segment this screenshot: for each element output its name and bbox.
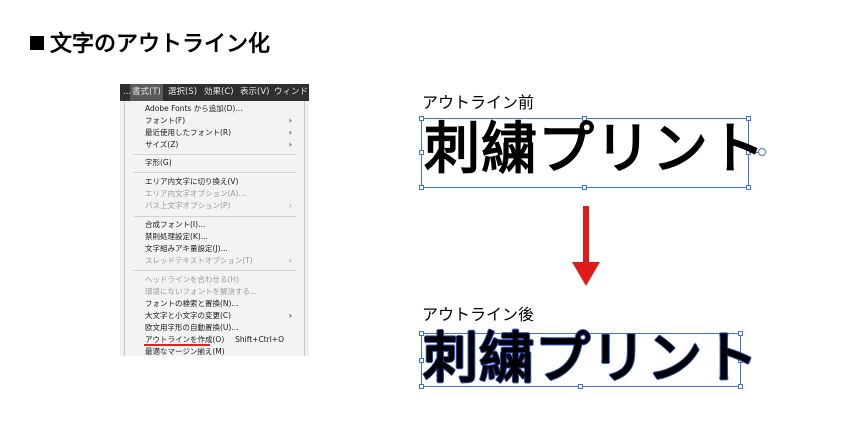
submenu-arrow-icon: › [288,128,292,137]
selection-handle[interactable] [582,185,587,190]
menu-item-area-type-options: エリア内文字オプション(A)... [145,189,246,198]
menubar-item-effect[interactable]: 効果(C) [202,84,236,101]
menu-separator [133,154,296,155]
submenu-arrow-icon: › [288,201,292,210]
menu-separator [133,216,296,217]
menu-item-font[interactable]: フォント(F) › [125,115,304,127]
menu-item-convert-area-type[interactable]: エリア内文字に切り換え(V) [125,176,304,188]
down-arrow-icon [572,262,600,286]
shortcut-label: Shift+Ctrl+O [235,335,284,344]
menu-item-fit-headline: ヘッドラインを合わせる(H) [145,275,239,284]
sample-text-before: 刺繍プリント [424,117,766,182]
menubar-item-view[interactable]: 表示(V) [238,84,271,101]
menubar: ... 書式(T) 選択(S) 効果(C) 表示(V) ウィンドウ(W [120,84,309,101]
bullet-square-icon [30,36,44,50]
submenu-arrow-icon: › [288,311,292,320]
menu-item-size[interactable]: サイズ(Z) › [125,139,304,151]
menu-item-glyphs[interactable]: 字形(G) [125,157,304,169]
menu-item-find-replace-font[interactable]: フォントの検索と置換(N)... [125,298,304,310]
submenu-arrow-icon: › [288,256,292,265]
menu-item-type-on-path-options: パス上文字オプション(P) › [145,201,292,210]
type-menu-dropdown: Adobe Fonts から追加(D)... フォント(F) › 最近使用したフォ… [124,101,305,356]
menu-item-composite-fonts[interactable]: 合成フォント(I)... [125,219,304,231]
submenu-arrow-icon: › [288,116,292,125]
before-caption: アウトライン前 [422,93,535,112]
menu-item-kinsoku-settings[interactable]: 禁則処理設定(K)... [125,231,304,243]
selection-handle[interactable] [419,185,424,190]
menu-separator [133,270,296,271]
selection-handle[interactable] [746,185,751,190]
menubar-item-window[interactable]: ウィンドウ(W [272,84,309,101]
menu-item-smart-punctuation[interactable]: 欧文用字形の自動置換(U)... [125,322,304,334]
after-caption: アウトライン後 [422,305,535,324]
slide-title-text: 文字のアウトライン化 [50,32,271,57]
menu-item-mojikumi-settings[interactable]: 文字組みアキ量設定(J)... [125,243,304,255]
submenu-arrow-icon: › [288,140,292,149]
menu-item-resolve-missing-fonts: 環境にないフォントを解決する... [145,287,258,296]
menu-item-change-case[interactable]: 大文字と小文字の変更(C) › [125,310,304,322]
down-arrow-shaft [583,206,589,264]
menu-screenshot: ... 書式(T) 選択(S) 効果(C) 表示(V) ウィンドウ(W Adob… [120,84,309,356]
menu-item-adobe-fonts[interactable]: Adobe Fonts から追加(D)... [125,103,304,115]
menu-item-threaded-text-options: スレッドテキストオプション(T) › [145,256,292,265]
menubar-item-type[interactable]: 書式(T) [130,84,163,101]
menu-separator [133,172,296,173]
menubar-item-select[interactable]: 選択(S) [166,84,199,101]
slide-title: 文字のアウトライン化 [30,26,270,58]
menu-item-optical-margin[interactable]: 最適なマージン揃え(M) [125,346,304,356]
highlight-underline [144,344,210,346]
menu-item-recent-fonts[interactable]: 最近使用したフォント(R) › [125,127,304,139]
sample-text-after-outlined: 刺繍プリント [423,326,760,390]
